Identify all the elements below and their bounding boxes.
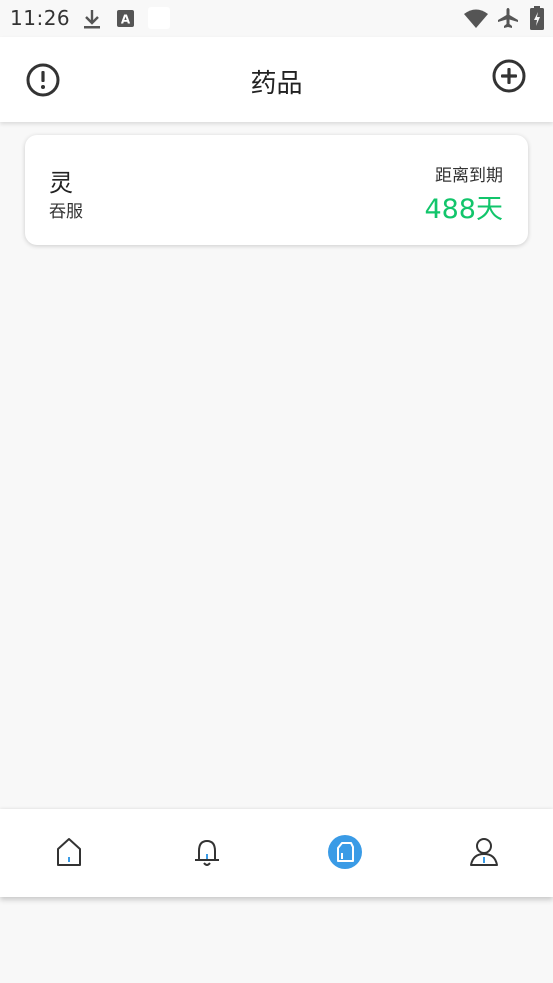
svg-text:A: A [121, 13, 131, 27]
medicine-usage: 吞服 [49, 202, 83, 222]
expiry-label: 距离到期 [435, 166, 503, 186]
medicine-name: 灵 [49, 169, 73, 197]
bell-icon[interactable] [190, 835, 224, 869]
user-icon[interactable] [467, 835, 501, 869]
bottom-tab-bar [0, 809, 553, 897]
medicine-card[interactable]: 灵 吞服 距离到期 488天 [25, 135, 528, 245]
home-icon[interactable] [52, 835, 86, 869]
medicine-bottle-icon[interactable] [327, 834, 363, 870]
app-header: 药品 [0, 37, 553, 122]
page-title: 药品 [250, 69, 303, 99]
blank-notification-icon [148, 7, 170, 29]
plus-circle-icon[interactable] [490, 57, 528, 95]
status-time: 11:26 [10, 6, 71, 30]
battery-icon [530, 6, 544, 30]
expiry-countdown: 488天 [424, 194, 503, 225]
download-icon [84, 10, 100, 29]
wifi-icon [464, 9, 488, 28]
a-notification-icon: A [117, 10, 134, 27]
status-bar: 11:26 A [0, 0, 553, 37]
airplane-mode-icon [498, 8, 518, 28]
